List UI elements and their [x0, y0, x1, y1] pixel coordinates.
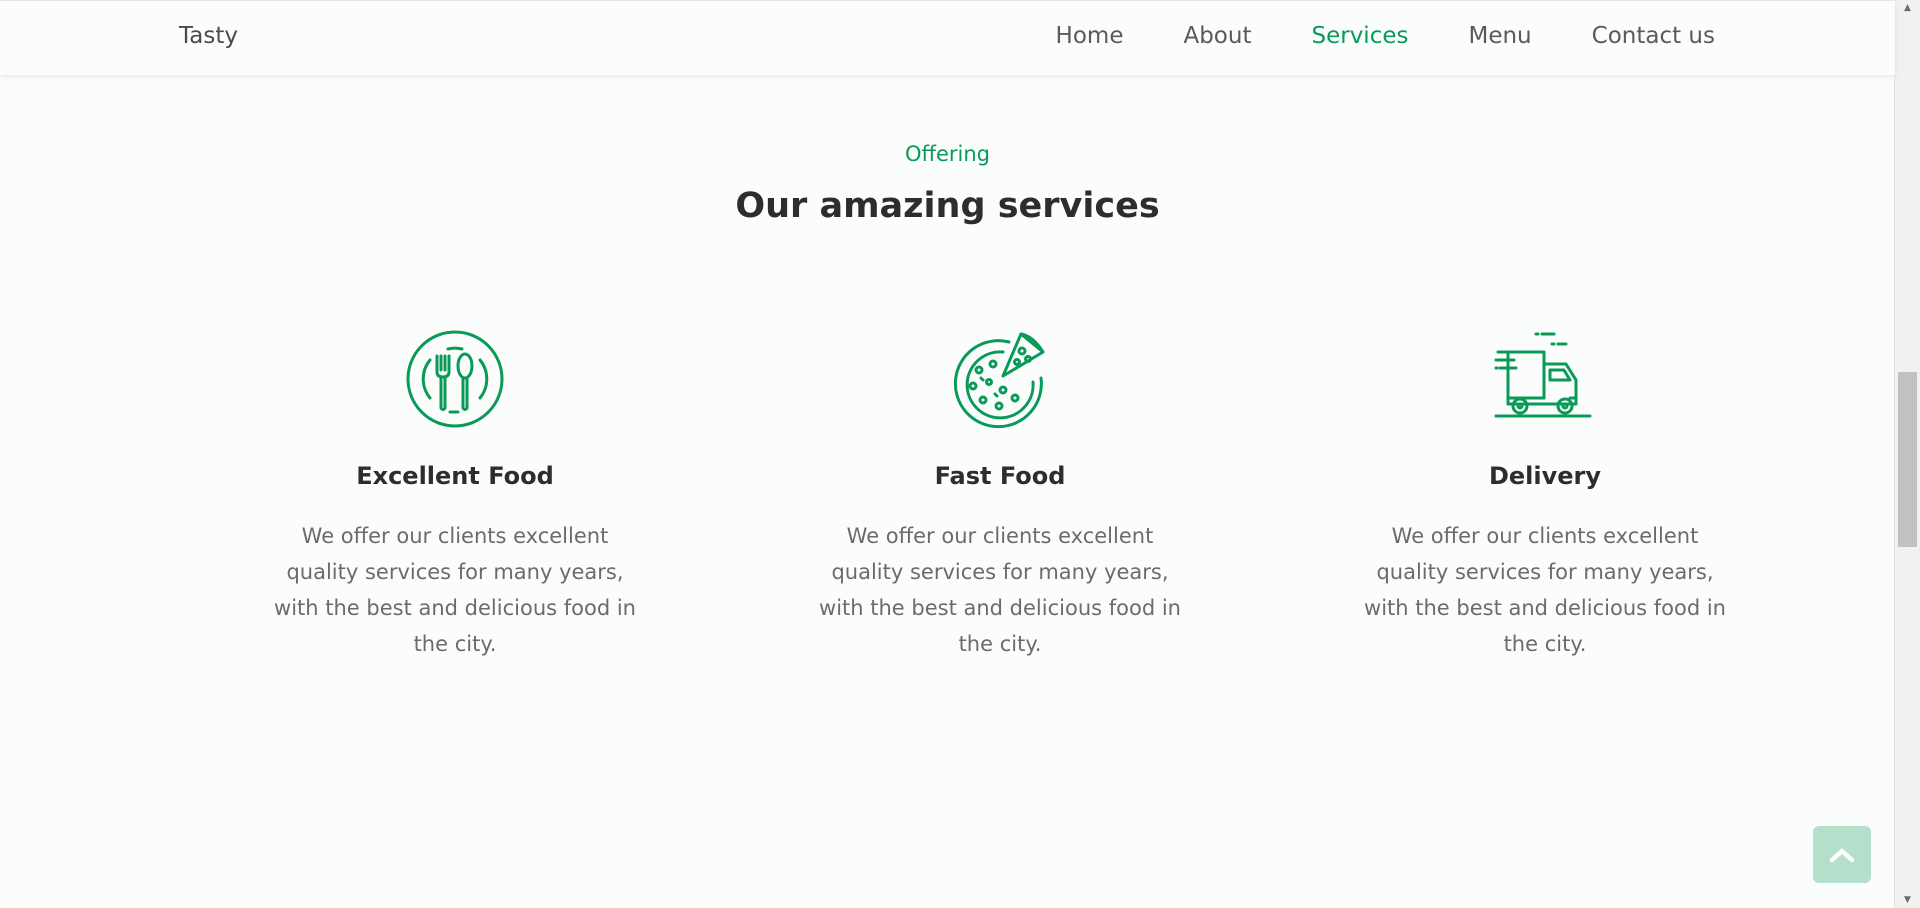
section-title: Our amazing services [735, 186, 1160, 226]
page-scrollbar[interactable]: ▲ ▼ [1894, 0, 1920, 908]
chevron-up-icon [1829, 848, 1855, 862]
service-card-delivery: Delivery We offer our clients excellent … [1355, 324, 1735, 662]
service-description: We offer our clients excellent quality s… [819, 524, 1181, 656]
services-section: Offering Our amazing services Excellent … [0, 74, 1895, 908]
service-card-excellent-food: Excellent Food We offer our clients exce… [265, 324, 645, 662]
service-title: Fast Food [934, 462, 1066, 490]
service-title: Delivery [1488, 462, 1602, 490]
back-to-top-button[interactable] [1813, 826, 1871, 883]
scroll-up-arrow-icon[interactable]: ▲ [1895, 0, 1920, 16]
pizza-icon [953, 332, 1045, 429]
service-description: We offer our clients excellent quality s… [1364, 524, 1726, 656]
service-description: We offer our clients excellent quality s… [274, 524, 636, 656]
nav-link-services[interactable]: Services [1311, 23, 1408, 49]
nav-link-menu[interactable]: Menu [1468, 23, 1531, 49]
nav-link-contact[interactable]: Contact us [1592, 23, 1715, 49]
nav-link-about[interactable]: About [1183, 23, 1251, 49]
logo-link[interactable]: Tasty [179, 23, 238, 49]
nav-link-home[interactable]: Home [1056, 23, 1124, 49]
section-subtitle: Offering [904, 142, 991, 166]
scrollbar-thumb[interactable] [1898, 372, 1917, 547]
scroll-down-arrow-icon[interactable]: ▼ [1895, 892, 1920, 908]
page: Tasty Home About Services Menu Contact u… [0, 0, 1920, 908]
services-cards: Excellent Food We offer our clients exce… [265, 324, 1735, 662]
delivery-truck-icon [1494, 332, 1592, 418]
main-nav: Home About Services Menu Contact us [996, 23, 1715, 49]
service-title: Excellent Food [356, 462, 554, 490]
dining-plate-icon [406, 330, 504, 428]
service-card-fast-food: Fast Food We offer our clients excellent… [810, 324, 1190, 662]
site-header: Tasty Home About Services Menu Contact u… [0, 0, 1895, 75]
